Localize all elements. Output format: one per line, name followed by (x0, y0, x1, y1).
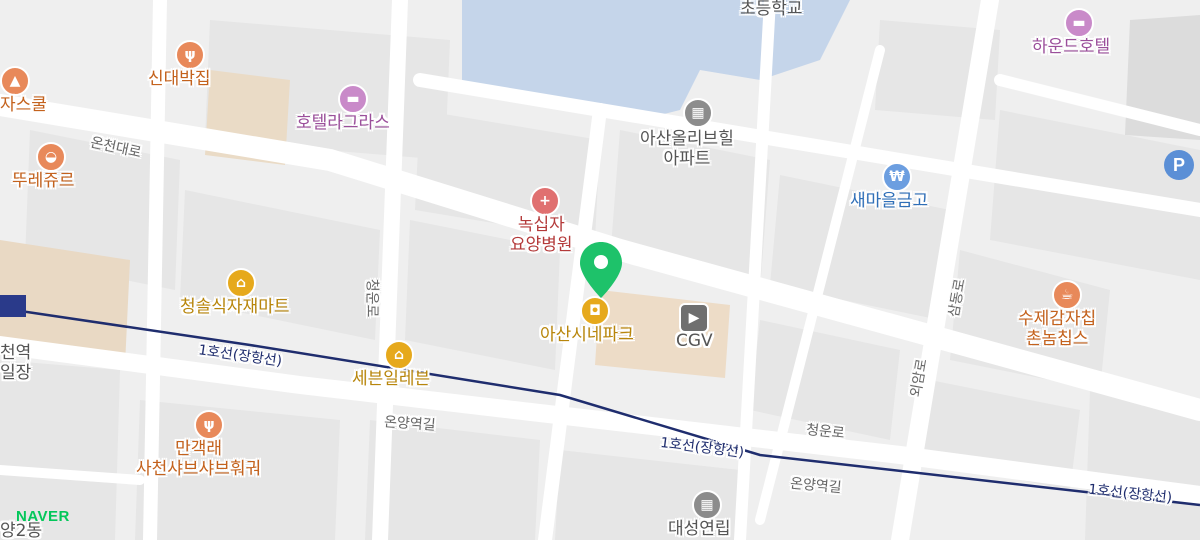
poi-station-label[interactable]: 천역 일장 (0, 343, 32, 383)
poi-mangaekrae-line1: 만객래 (175, 439, 223, 459)
parking-icon[interactable]: P (1164, 150, 1194, 180)
naver-logo[interactable]: NAVER (16, 508, 70, 525)
poi-green-cross-line1: 녹십자 (517, 215, 565, 235)
convenience-store-icon[interactable]: ⌂ (384, 340, 414, 370)
poi-asan-cinepark-label[interactable]: 아산시네파크 (540, 325, 634, 346)
road-cheongun-vertical-label: 청운로 (363, 278, 380, 318)
cinema-icon[interactable]: ▶ (679, 303, 709, 333)
poi-station-line1: 천역 (0, 343, 32, 363)
map-canvas[interactable]: ψ 신대박집 ▲ 자스쿨 ▬ 호텔라그라스 ▬ 하운드호텔 초등학교 ▦ 아산올… (0, 0, 1200, 540)
poi-green-cross-line2: 요양병원 (510, 234, 573, 255)
poi-seven-eleven-label[interactable]: 세븐일레븐 (352, 369, 430, 390)
mart-icon[interactable]: ⌂ (226, 268, 256, 298)
cafe-icon[interactable]: ☕ (1052, 280, 1082, 310)
poi-hotel-lagrass-label[interactable]: 호텔라그라스 (296, 113, 390, 134)
restaurant-icon[interactable]: ψ (194, 410, 224, 440)
poi-asan-olive-line1: 아산올리브힐 (640, 129, 734, 149)
poi-hotel-haund-label[interactable]: 하운드호텔 (1032, 37, 1110, 58)
poi-cheongsol-label[interactable]: 청솔식자재마트 (180, 297, 289, 318)
poi-asan-olive-label[interactable]: 아산올리브힐 아파트 (640, 129, 734, 169)
bank-icon[interactable]: ₩ (882, 162, 912, 192)
hotel-icon[interactable]: ▬ (1064, 8, 1094, 38)
poi-mangaekrae-line2: 사천샤브샤브훠궈 (136, 458, 262, 479)
poi-sindaebak-label[interactable]: 신대박집 (148, 69, 211, 90)
poi-daesung-label[interactable]: 대성연립 (668, 519, 731, 540)
shopping-icon[interactable]: ◘ (580, 296, 610, 326)
poi-mangaekrae-label[interactable]: 만객래 사천샤브샤브훠궈 (136, 439, 262, 479)
apartment-icon[interactable]: ▦ (683, 98, 713, 128)
hospital-icon[interactable]: + (530, 186, 560, 216)
poi-sujegamja-label[interactable]: 수제감자칩 촌놈칩스 (1018, 309, 1097, 349)
pizza-icon[interactable]: ▲ (0, 66, 30, 96)
poi-green-cross-label[interactable]: 녹십자 요양병원 (510, 215, 573, 255)
poi-saemaul-label[interactable]: 새마을금고 (850, 191, 928, 212)
hotel-icon[interactable]: ▬ (338, 84, 368, 114)
apartment-icon[interactable]: ▦ (692, 490, 722, 520)
poi-sujegamja-line2: 촌놈칩스 (1025, 328, 1089, 349)
poi-cgv-label[interactable]: CGV (676, 331, 713, 352)
restaurant-icon[interactable]: ψ (175, 40, 205, 70)
bakery-icon[interactable]: ◒ (36, 142, 66, 172)
poi-pizza-label[interactable]: 자스쿨 (0, 95, 47, 116)
poi-school-label[interactable]: 초등학교 (740, 0, 803, 20)
station-mark (0, 295, 26, 317)
poi-sujegamja-line1: 수제감자칩 (1018, 309, 1097, 329)
poi-station-line2: 일장 (0, 362, 32, 383)
location-pin-icon[interactable] (578, 240, 624, 300)
poi-asan-olive-line2: 아파트 (663, 148, 711, 169)
poi-tteurejur-label[interactable]: 뚜레쥬르 (12, 171, 75, 192)
